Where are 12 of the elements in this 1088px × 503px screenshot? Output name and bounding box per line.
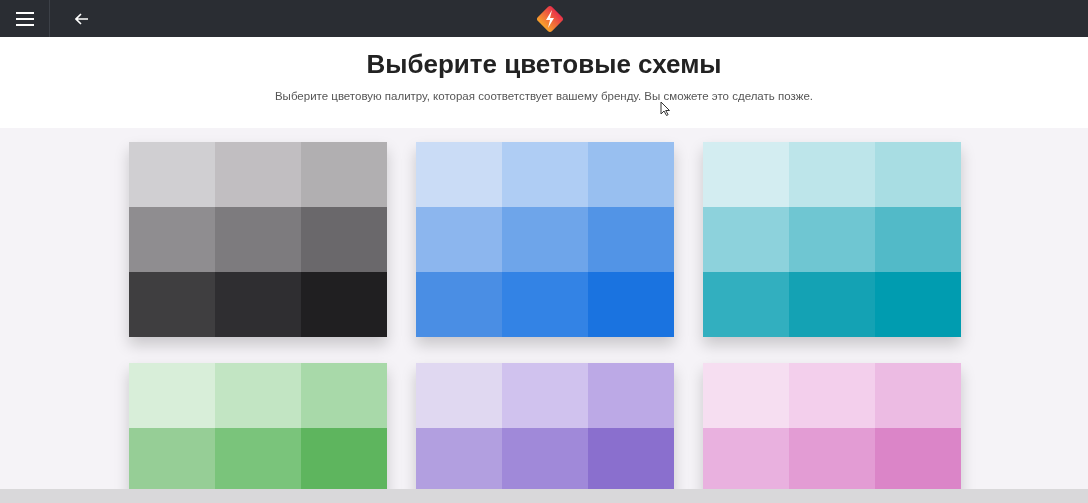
page-subtitle: Выберите цветовую палитру, которая соответствует вашему бренду. Вы сможете это сделать позже. bbox=[274, 90, 814, 102]
back-button[interactable] bbox=[75, 12, 89, 25]
color-palette-card[interactable] bbox=[702, 142, 961, 337]
color-palette-card[interactable] bbox=[128, 363, 387, 489]
color-palette-card[interactable] bbox=[415, 363, 674, 489]
color-palette-card[interactable] bbox=[415, 142, 674, 337]
menu-icon bbox=[15, 11, 34, 26]
mouse-cursor-icon bbox=[660, 101, 670, 116]
color-palette-card[interactable] bbox=[702, 363, 961, 489]
page-title: Выберите цветовые схемы bbox=[366, 49, 722, 80]
color-palette-card[interactable] bbox=[128, 142, 387, 337]
back-arrow-icon bbox=[75, 12, 89, 25]
